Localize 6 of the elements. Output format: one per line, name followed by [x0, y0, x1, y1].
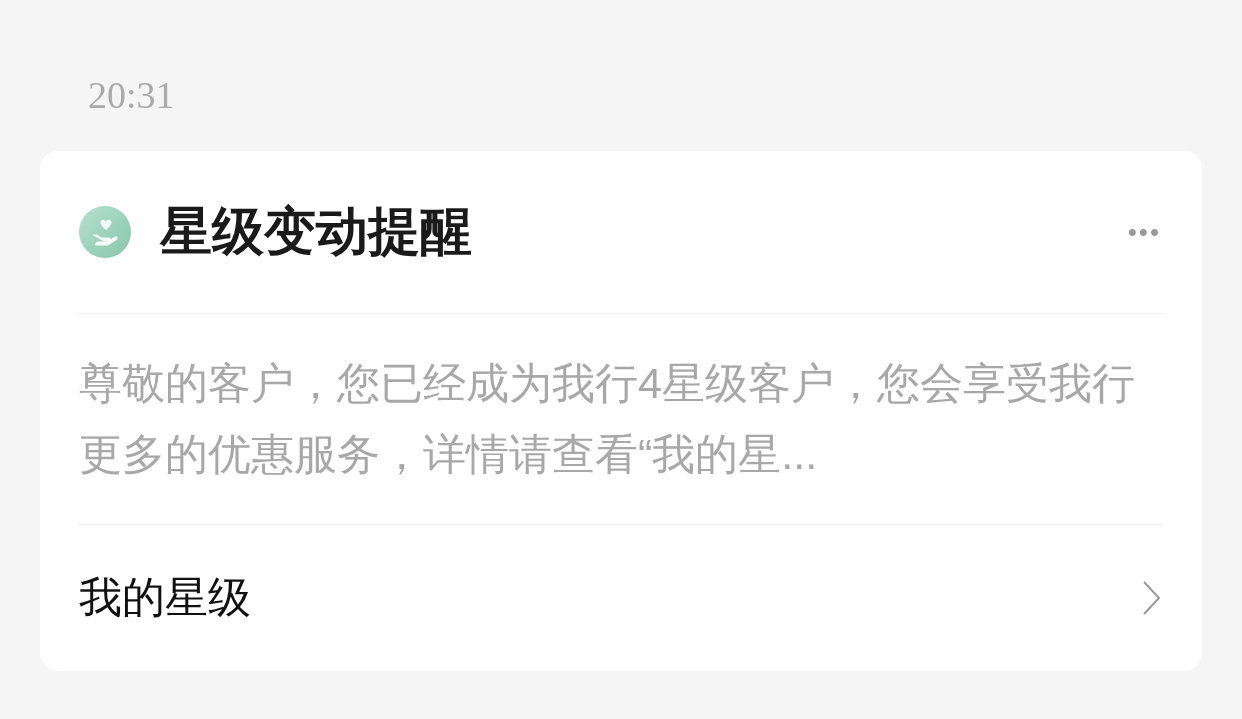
message-text: 尊敬的客户，您已经成为我行4星级客户，您会享受我行更多的优惠服务，详情请查看“我的星... [79, 358, 1136, 480]
heart-hand-icon [79, 206, 131, 258]
chevron-right-icon [1141, 580, 1161, 616]
my-star-level-link[interactable]: 我的星级 [79, 525, 1163, 671]
card-title: 星级变动提醒 [160, 201, 473, 262]
timestamp: 20:31 [88, 73, 176, 118]
